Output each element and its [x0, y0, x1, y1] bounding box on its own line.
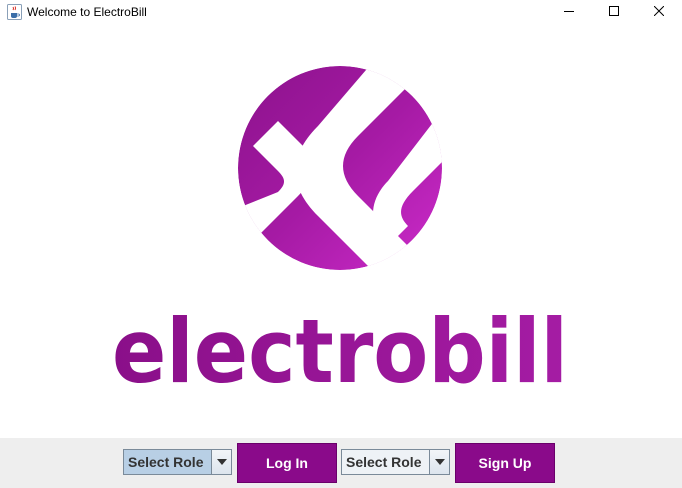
wordmark-text: electrobill	[112, 300, 568, 400]
chevron-down-icon[interactable]	[211, 450, 231, 474]
minimize-button[interactable]	[546, 0, 592, 24]
chevron-down-icon[interactable]	[429, 450, 449, 474]
signup-button[interactable]: Sign Up	[455, 443, 555, 483]
logo-mark	[238, 66, 442, 270]
maximize-icon	[609, 3, 619, 21]
close-icon	[653, 3, 665, 21]
minimize-icon	[564, 3, 574, 21]
maximize-button[interactable]	[591, 0, 637, 24]
close-button[interactable]	[636, 0, 682, 24]
circle-s-logo	[238, 66, 442, 270]
java-cup-icon	[7, 4, 22, 20]
window-title: Welcome to ElectroBill	[27, 5, 147, 19]
login-button[interactable]: Log In	[237, 443, 337, 483]
app-window: Welcome to ElectroBill electrobill Selec…	[0, 0, 682, 488]
signup-role-select-value: Select Role	[342, 450, 429, 474]
login-role-select[interactable]: Select Role	[123, 449, 232, 475]
electrobill-wordmark: electrobill	[112, 290, 572, 403]
signup-role-select[interactable]: Select Role	[341, 449, 450, 475]
login-role-select-value: Select Role	[124, 450, 211, 474]
title-bar[interactable]: Welcome to ElectroBill	[0, 0, 682, 24]
